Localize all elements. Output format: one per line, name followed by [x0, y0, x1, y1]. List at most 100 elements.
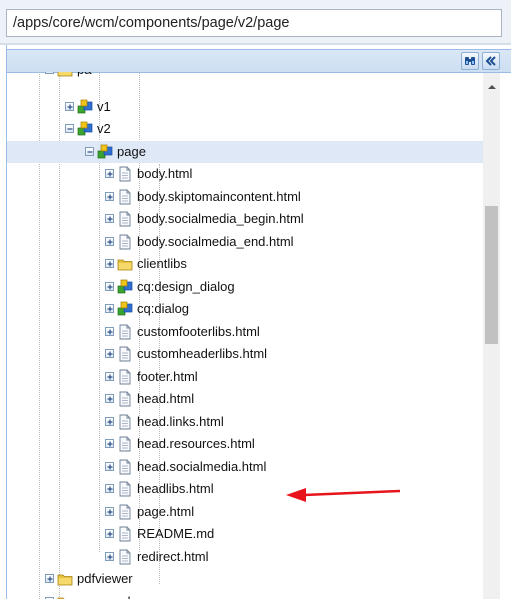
tree-node-label: body.html [137, 166, 193, 181]
expand-toggle-icon[interactable] [105, 439, 114, 448]
expand-toggle-icon[interactable] [105, 326, 114, 336]
expand-toggle-icon[interactable] [65, 101, 74, 111]
collapse-toggle-icon[interactable] [45, 72, 54, 74]
file-icon [117, 526, 133, 542]
tree-node-label: README.md [137, 526, 215, 541]
tree-node-label: page.html [137, 503, 195, 519]
expand-toggle-icon[interactable] [105, 484, 114, 493]
expand-toggle-icon[interactable] [105, 304, 114, 313]
tree-node-label: body.skiptomaincontent.html [137, 188, 301, 204]
folder-icon [57, 72, 73, 78]
expand-toggle-icon[interactable] [105, 259, 114, 268]
tree-node[interactable]: body.html [7, 163, 487, 185]
tree-node-label: body.socialmedia_end.html [137, 233, 294, 249]
tree-panel: pa v1 v2 page body.html body.skiptomainconten… [6, 45, 511, 599]
component-icon [77, 99, 93, 115]
file-icon [117, 459, 133, 475]
tree-node-label: cq:dialog [137, 301, 190, 316]
expand-toggle-icon[interactable] [105, 191, 114, 201]
tree-node-label: page [117, 143, 146, 159]
tree-node[interactable]: README.md [7, 523, 487, 545]
tree-node-label: headlibs.html [137, 481, 214, 496]
tree-node[interactable]: head.resources.html [7, 433, 487, 455]
file-icon [117, 369, 133, 385]
folder-icon [57, 571, 73, 587]
tree-node-label: head.links.html [137, 413, 224, 429]
expand-toggle-icon[interactable] [105, 281, 114, 291]
find-icon [462, 53, 478, 69]
tree-node-label: head.html [137, 391, 195, 406]
tree-node[interactable]: v2 [7, 118, 487, 140]
expand-toggle-icon[interactable] [45, 574, 54, 583]
file-icon [117, 234, 133, 250]
scroll-up-button[interactable] [487, 80, 497, 90]
component-icon [77, 121, 93, 137]
file-icon [117, 189, 133, 205]
tree-node[interactable]: page.html [7, 501, 487, 523]
tree-node[interactable]: cq:design_dialog [7, 276, 487, 298]
expand-toggle-icon[interactable] [105, 169, 114, 178]
tree-node[interactable]: redirect.html [7, 546, 487, 568]
tree-node[interactable]: page [7, 140, 487, 163]
arrow-up-icon [488, 85, 496, 89]
tree-node-label: clientlibs [137, 256, 187, 271]
folder-icon [117, 256, 133, 272]
tree: pa v1 v2 page body.html body.skiptomainconten… [7, 72, 487, 599]
tree-node[interactable]: progressbar [7, 591, 487, 599]
expand-toggle-icon[interactable] [105, 416, 114, 426]
component-icon [117, 301, 133, 317]
expand-toggle-icon[interactable] [105, 214, 114, 223]
expand-toggle-icon[interactable] [105, 461, 114, 471]
tree-node[interactable]: headlibs.html [7, 478, 487, 500]
file-icon [117, 324, 133, 340]
tree-node-label: progressbar [77, 594, 146, 599]
tree-panel-header [7, 49, 511, 73]
file-icon [117, 414, 133, 430]
tree-node[interactable]: customfooterlibs.html [7, 321, 487, 343]
component-icon [117, 279, 133, 295]
file-icon [117, 504, 133, 520]
collapse-toggle-icon[interactable] [85, 146, 94, 156]
scrollbar-thumb[interactable] [485, 206, 498, 344]
folder-icon [57, 594, 73, 599]
file-icon [117, 391, 133, 407]
collapse-toggle-icon[interactable] [65, 124, 74, 133]
tree-node[interactable]: body.skiptomaincontent.html [7, 186, 487, 208]
expand-toggle-icon[interactable] [105, 506, 114, 516]
tree-node[interactable]: head.html [7, 388, 487, 410]
tree-node[interactable]: body.socialmedia_end.html [7, 231, 487, 253]
file-icon [117, 436, 133, 452]
tree-node-label: customheaderlibs.html [137, 346, 268, 361]
expand-toggle-icon[interactable] [105, 529, 114, 538]
tree-node[interactable]: pdfviewer [7, 568, 487, 590]
tree-node[interactable]: body.socialmedia_begin.html [7, 208, 487, 230]
tree-node[interactable]: head.links.html [7, 411, 487, 433]
collapse-panel-button[interactable] [482, 52, 500, 70]
expand-toggle-icon[interactable] [105, 394, 114, 403]
component-icon [97, 144, 113, 160]
path-input[interactable] [6, 9, 502, 37]
tree-node[interactable]: cq:dialog [7, 298, 487, 320]
file-icon [117, 211, 133, 227]
tree-node-label: customfooterlibs.html [137, 323, 260, 339]
tree-node-label: footer.html [137, 368, 198, 384]
tree-node-label: cq:design_dialog [137, 278, 235, 294]
tree-node[interactable]: customheaderlibs.html [7, 343, 487, 365]
expand-toggle-icon[interactable] [105, 371, 114, 381]
tree-node-label: pdfviewer [77, 571, 133, 586]
find-button[interactable] [461, 52, 479, 70]
tree-node[interactable]: pa [7, 72, 487, 81]
tree-node[interactable]: head.socialmedia.html [7, 456, 487, 478]
expand-toggle-icon[interactable] [105, 236, 114, 246]
tree-node-label: v2 [97, 121, 111, 136]
double-chevron-left-icon [483, 53, 499, 69]
tree-node-label: body.socialmedia_begin.html [137, 211, 304, 226]
file-icon [117, 481, 133, 497]
tree-node[interactable]: v1 [7, 96, 487, 118]
expand-toggle-icon[interactable] [105, 349, 114, 358]
tree-node[interactable]: footer.html [7, 366, 487, 388]
file-icon [117, 346, 133, 362]
file-icon [117, 549, 133, 565]
expand-toggle-icon[interactable] [105, 551, 114, 561]
tree-node[interactable]: clientlibs [7, 253, 487, 275]
